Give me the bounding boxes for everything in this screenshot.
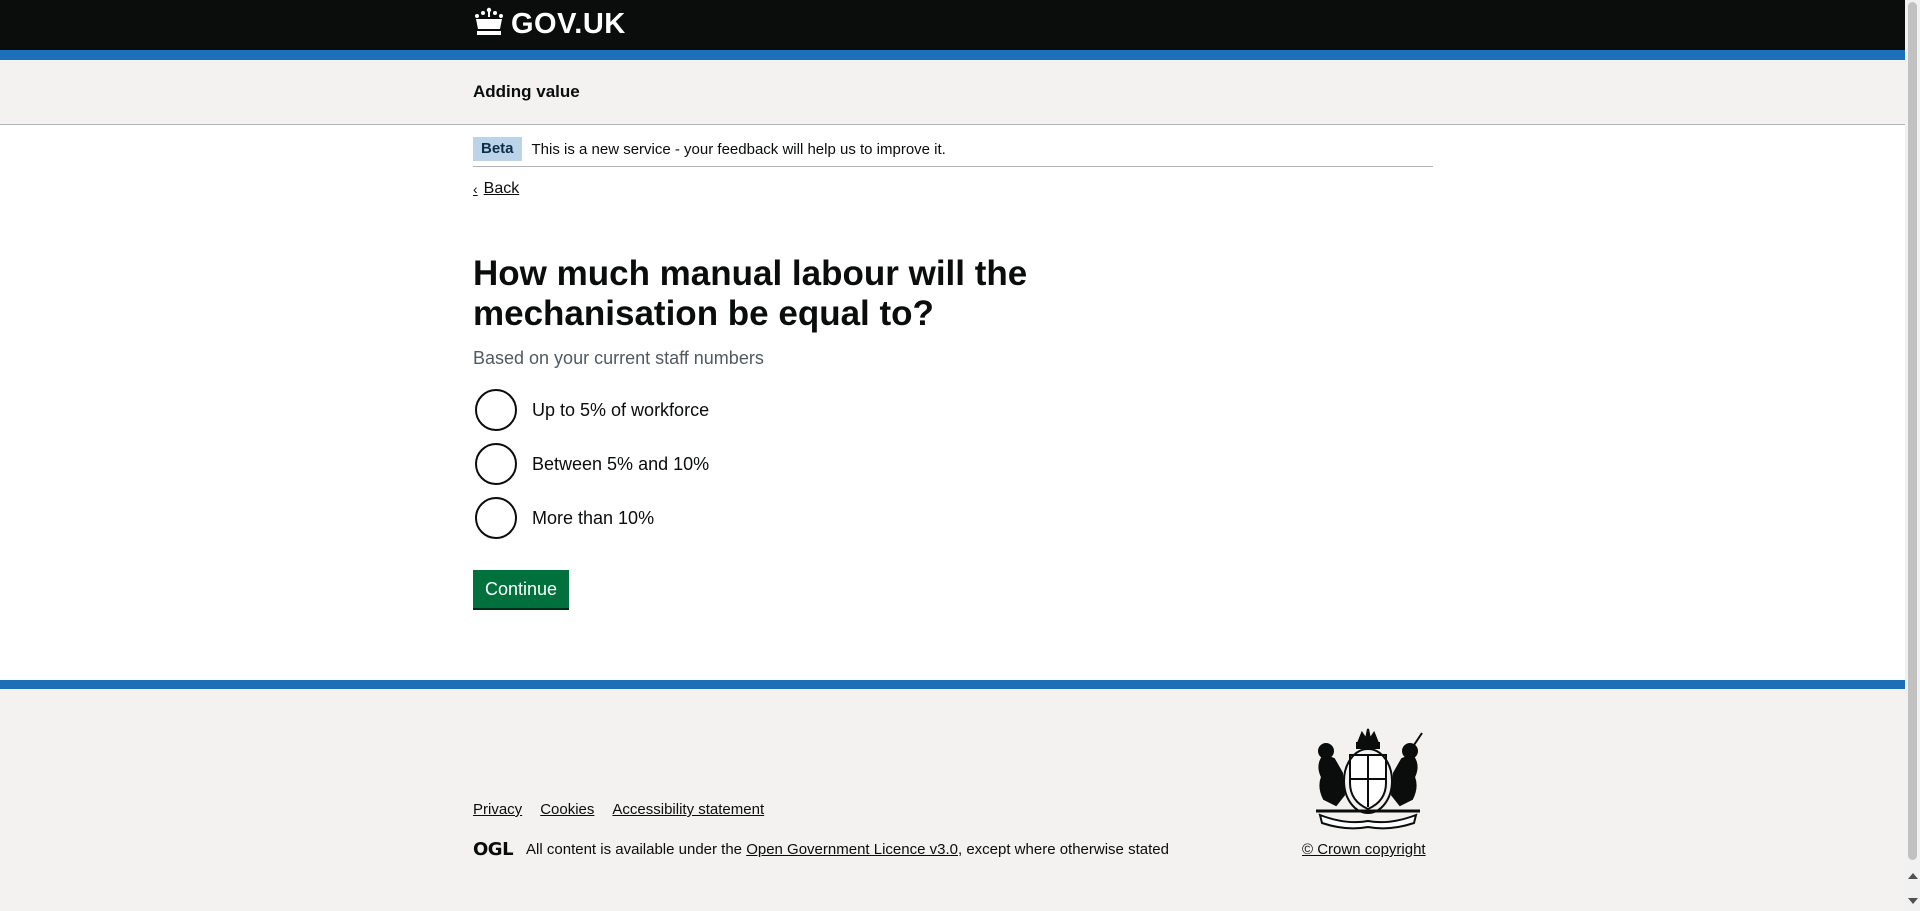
page: GOV.UK Adding value Beta This is a new s… bbox=[0, 0, 1905, 911]
question-hint: Based on your current staff numbers bbox=[473, 348, 764, 368]
service-name-link[interactable]: Adding value bbox=[473, 82, 580, 102]
licence-link[interactable]: Open Government Licence v3.0 bbox=[746, 841, 958, 858]
scroll-up-arrow-icon[interactable] bbox=[1908, 873, 1918, 879]
scrollbar-thumb[interactable] bbox=[1908, 2, 1917, 860]
licence-statement: OGL All content is available under the O… bbox=[473, 839, 1169, 860]
licence-prefix: All content is available under the bbox=[526, 841, 747, 858]
footer-link-privacy[interactable]: Privacy bbox=[473, 801, 522, 818]
logo-text: GOV.UK bbox=[511, 7, 626, 40]
royal-coat-of-arms-icon bbox=[1306, 725, 1430, 831]
phase-tag: Beta bbox=[473, 137, 522, 161]
radio-label[interactable]: Up to 5% of workforce bbox=[532, 400, 709, 421]
crown-copyright-link[interactable]: © Crown copyright bbox=[1302, 841, 1426, 858]
govuk-logo-link[interactable]: GOV.UK bbox=[473, 7, 626, 41]
radio-button[interactable] bbox=[475, 389, 517, 431]
footer-links: Privacy Cookies Accessibility statement bbox=[473, 801, 764, 818]
radio-button[interactable] bbox=[475, 443, 517, 485]
crown-icon bbox=[473, 7, 505, 42]
page-title: How much manual labour will the mechanis… bbox=[473, 254, 1028, 333]
radio-option-5-to-10[interactable]: Between 5% and 10% bbox=[473, 442, 709, 486]
radio-group: Up to 5% of workforce Between 5% and 10%… bbox=[473, 388, 709, 550]
footer-link-accessibility[interactable]: Accessibility statement bbox=[612, 801, 764, 818]
service-navigation: Adding value bbox=[0, 60, 1905, 125]
radio-label[interactable]: More than 10% bbox=[532, 508, 654, 529]
scroll-down-arrow-icon[interactable] bbox=[1908, 898, 1918, 904]
govuk-header: GOV.UK bbox=[0, 0, 1905, 50]
vertical-scrollbar[interactable] bbox=[1905, 0, 1920, 911]
chevron-left-icon: ‹ bbox=[473, 181, 478, 197]
footer-link-cookies[interactable]: Cookies bbox=[540, 801, 594, 818]
radio-button[interactable] bbox=[475, 497, 517, 539]
back-link-label: Back bbox=[483, 180, 520, 197]
licence-suffix: , except where otherwise stated bbox=[957, 841, 1169, 858]
footer-blue-stripe bbox=[0, 680, 1905, 689]
phase-banner: Beta This is a new service - your feedba… bbox=[473, 132, 1433, 167]
header-blue-stripe bbox=[0, 50, 1905, 60]
back-link[interactable]: ‹ Back bbox=[473, 180, 519, 198]
radio-option-up-to-5[interactable]: Up to 5% of workforce bbox=[473, 388, 709, 432]
radio-option-more-than-10[interactable]: More than 10% bbox=[473, 496, 709, 540]
ogl-logo-icon: OGL bbox=[473, 839, 514, 860]
phase-banner-text: This is a new service - your feedback wi… bbox=[531, 140, 946, 158]
govuk-footer: Privacy Cookies Accessibility statement … bbox=[0, 689, 1905, 911]
continue-button[interactable]: Continue bbox=[473, 570, 570, 608]
radio-label[interactable]: Between 5% and 10% bbox=[532, 454, 709, 475]
